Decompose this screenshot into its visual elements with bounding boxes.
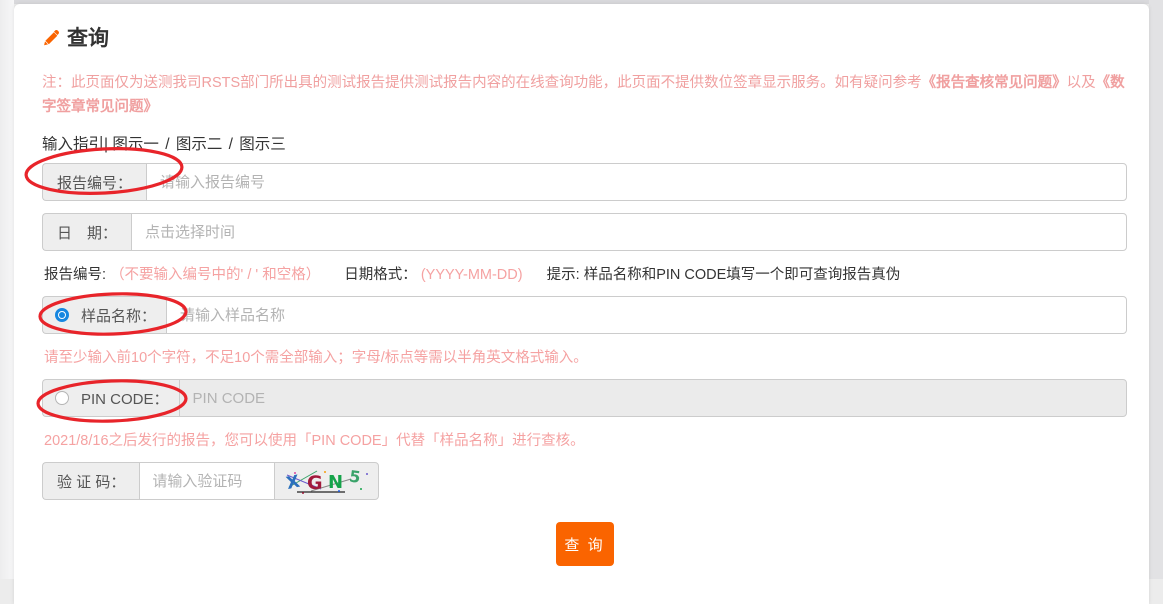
left-background-strip	[0, 0, 14, 579]
notice-part-2: 以及	[1067, 75, 1096, 91]
captcha-group: 验 证 码： X G N 5	[42, 462, 387, 500]
date-label: 日 期：	[42, 213, 131, 251]
page-title: 查询	[67, 22, 109, 52]
nav-guide-label[interactable]: 输入指引	[42, 136, 104, 153]
nav-item-figure-3[interactable]: 图示三	[239, 136, 286, 153]
pencil-icon	[42, 28, 62, 48]
report-no-label: 报告编号：	[42, 163, 146, 201]
right-background-strip	[1149, 0, 1163, 579]
captcha-image[interactable]: X G N 5	[274, 462, 379, 500]
sample-name-radio[interactable]	[55, 308, 69, 322]
pin-code-label: PIN CODE：	[81, 388, 169, 409]
notice-text: 注：此页面仅为送测我司RSTS部门所出具的测试报告提供测试报告内容的在线查询功能…	[42, 71, 1137, 119]
page-title-row: 查询	[42, 22, 1127, 52]
notice-part-1: 注：此页面仅为送测我司RSTS部门所出具的测试报告提供测试报告内容的在线查询功能…	[42, 75, 922, 91]
sample-name-addon[interactable]: 样品名称：	[42, 296, 166, 334]
pin-code-input[interactable]	[179, 379, 1127, 417]
nav-item-figure-1[interactable]: 图示一	[112, 136, 159, 153]
input-guide-nav: 输入指引| 图示一 / 图示二 / 图示三	[42, 132, 1127, 154]
submit-query-button[interactable]: 查 询	[556, 522, 614, 566]
svg-text:N: N	[328, 472, 343, 493]
sample-name-group: 样品名称：	[42, 296, 1127, 334]
captcha-label: 验 证 码：	[42, 462, 139, 500]
pin-code-addon[interactable]: PIN CODE：	[42, 379, 179, 417]
nav-item-figure-2[interactable]: 图示二	[176, 136, 223, 153]
date-input[interactable]	[131, 213, 1127, 251]
hint-tip-label: 提示:	[547, 267, 580, 283]
hint-tip-text: 样品名称和PIN CODE填写一个即可查询报告真伪	[584, 267, 901, 283]
nav-slash-1: /	[165, 136, 169, 153]
submit-row: 查 询	[42, 522, 1127, 566]
pin-code-group: PIN CODE：	[42, 379, 1127, 417]
report-no-group: 报告编号：	[42, 163, 1127, 201]
hint-report-label: 报告编号:	[44, 267, 106, 283]
query-form-container: 查询 注：此页面仅为送测我司RSTS部门所出具的测试报告提供测试报告内容的在线查…	[42, 22, 1127, 566]
captcha-input[interactable]	[139, 462, 274, 500]
sample-name-input[interactable]	[166, 296, 1127, 334]
hint-date-label: 日期格式：	[344, 267, 417, 283]
report-no-input[interactable]	[146, 163, 1127, 201]
notice-link-report-faq[interactable]: 《报告查核常见问题》	[922, 75, 1067, 91]
sample-name-label: 样品名称：	[81, 305, 156, 326]
hint-date-rule: (YYYY-MM-DD)	[421, 267, 523, 283]
pin-code-hint: 2021/8/16之后发行的报告，您可以使用「PIN CODE」代替「样品名称」…	[44, 429, 1127, 450]
format-hint-row: 报告编号: （不要输入编号中的' / ' 和空格） 日期格式： (YYYY-MM…	[44, 263, 1127, 284]
query-page-card: 查询 注：此页面仅为送测我司RSTS部门所出具的测试报告提供测试报告内容的在线查…	[14, 4, 1149, 604]
hint-report-rule: （不要输入编号中的' / ' 和空格）	[110, 267, 320, 283]
pin-code-radio[interactable]	[55, 391, 69, 405]
nav-slash-2: /	[229, 136, 233, 153]
date-group: 日 期：	[42, 213, 1127, 251]
sample-name-hint: 请至少输入前10个字符，不足10个需全部输入；字母/标点等需以半角英文格式输入。	[44, 346, 1127, 367]
svg-text:G: G	[307, 472, 323, 494]
nav-bar-separator: |	[104, 136, 108, 153]
